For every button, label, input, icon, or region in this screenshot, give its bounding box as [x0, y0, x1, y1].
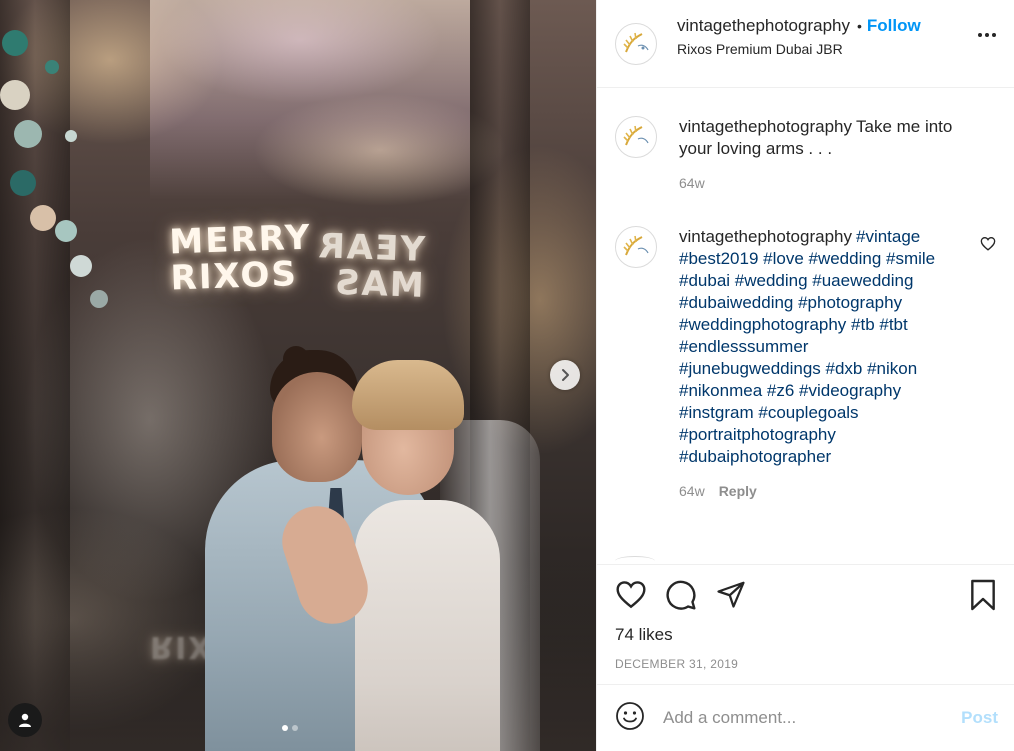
- hashtag-list[interactable]: #vintage #best2019 #love #wedding #smile…: [679, 227, 935, 466]
- user-tag-icon: [19, 713, 31, 727]
- avatar[interactable]: [615, 226, 657, 268]
- ellipsis-icon: [985, 33, 989, 37]
- ornament: [2, 30, 28, 56]
- comment-username[interactable]: vintagethephotography: [679, 227, 852, 246]
- carousel-dot-active: [282, 725, 288, 731]
- paper-plane-icon: [717, 581, 745, 608]
- comment-button[interactable]: [665, 579, 697, 616]
- vintage-logo-icon: [617, 24, 655, 63]
- heart-icon: [616, 581, 646, 609]
- ornament: [10, 170, 36, 196]
- emoji-button[interactable]: [615, 701, 645, 736]
- post-location[interactable]: Rixos Premium Dubai JBR: [677, 41, 921, 57]
- carousel-indicator: [282, 725, 298, 731]
- merry-rixos-sign: MERRY RIXOS: [168, 217, 313, 299]
- chevron-right-icon: [562, 369, 569, 381]
- save-button[interactable]: [968, 579, 998, 616]
- separator-dot: •: [856, 18, 862, 34]
- ornament: [55, 220, 77, 242]
- post-photo[interactable]: MERRY RIXOS YEAR MAS RIXOS: [0, 0, 596, 751]
- comment-composer: Post: [597, 684, 1014, 751]
- post-comment-button[interactable]: Post: [961, 708, 998, 728]
- post-author-username[interactable]: vintagethephotography: [677, 16, 850, 36]
- ornament: [14, 120, 42, 148]
- ellipsis-icon: [978, 33, 982, 37]
- ornament: [0, 80, 30, 110]
- comment-timestamp[interactable]: 64w: [679, 480, 705, 502]
- carousel-dot: [292, 725, 298, 731]
- like-button[interactable]: [615, 579, 647, 614]
- smiley-icon: [616, 701, 644, 730]
- bride-dress: [355, 500, 500, 751]
- post-header: vintagethephotography • Follow Rixos Pre…: [597, 0, 1014, 88]
- post-date[interactable]: DECEMBER 31, 2019: [615, 657, 738, 671]
- tagged-users-button[interactable]: [8, 703, 42, 737]
- bride-hair: [352, 360, 464, 430]
- comment-bubble-icon: [666, 580, 696, 610]
- ceiling-lights: [150, 0, 470, 200]
- post-actions: 74 likes DECEMBER 31, 2019: [597, 564, 1014, 684]
- heart-icon: [980, 237, 996, 251]
- share-button[interactable]: [715, 579, 747, 614]
- comment-timestamp[interactable]: 64w: [679, 172, 705, 194]
- post-details-panel: vintagethephotography • Follow Rixos Pre…: [596, 0, 1014, 751]
- more-options-button[interactable]: [978, 33, 996, 37]
- vintage-logo-icon: [617, 228, 655, 266]
- comment-input[interactable]: [663, 708, 954, 728]
- ornament: [30, 205, 56, 231]
- vintage-logo-icon: [617, 118, 655, 156]
- groom-face: [272, 372, 362, 482]
- avatar[interactable]: [615, 22, 657, 65]
- groom-bun: [283, 346, 309, 372]
- bookmark-icon: [971, 579, 995, 611]
- follow-button[interactable]: Follow: [867, 16, 921, 36]
- comment-username[interactable]: vintagethephotography: [679, 117, 852, 136]
- ornament: [45, 60, 59, 74]
- ellipsis-icon: [992, 33, 996, 37]
- like-comment-button[interactable]: [980, 236, 996, 256]
- caption-comment: vintagethephotography Take me into your l…: [615, 116, 998, 194]
- carousel-next-button[interactable]: [550, 360, 580, 390]
- likes-count[interactable]: 74 likes: [615, 625, 673, 645]
- year-mas-sign: YEAR MAS: [315, 226, 426, 306]
- comments-list[interactable]: vintagethephotography Take me into your l…: [597, 88, 1014, 564]
- ornament: [65, 130, 77, 142]
- next-comment-peek: [615, 556, 655, 564]
- reply-button[interactable]: Reply: [719, 480, 757, 502]
- avatar[interactable]: [615, 116, 657, 158]
- ornament: [90, 290, 108, 308]
- ornament: [70, 255, 92, 277]
- hashtag-comment: vintagethephotography #vintage #best2019 …: [615, 226, 998, 502]
